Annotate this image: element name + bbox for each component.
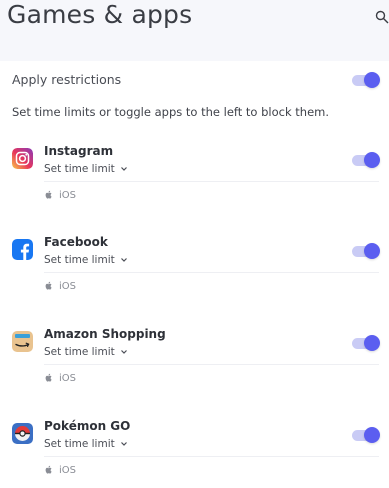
- toggle-thumb: [364, 152, 380, 168]
- toggle-thumb: [364, 243, 380, 259]
- apple-icon: [45, 281, 52, 290]
- app-row-amazon-shopping: Amazon Shopping Set time limit iOS: [0, 326, 389, 406]
- chevron-down-icon: [120, 167, 127, 171]
- chevron-down-icon: [120, 442, 127, 446]
- set-time-limit-label: Set time limit: [44, 438, 115, 450]
- apple-icon: [45, 465, 52, 474]
- app-name: Amazon Shopping: [44, 327, 166, 341]
- platform-label: iOS: [59, 189, 76, 201]
- app-toggle-amazon-shopping[interactable]: [352, 335, 380, 352]
- app-row-pokemon-go: Pokémon GO Set time limit iOS: [0, 418, 389, 488]
- platform-label: iOS: [59, 280, 76, 292]
- facebook-icon: [12, 239, 33, 260]
- divider: [44, 181, 379, 182]
- set-time-limit-label: Set time limit: [44, 254, 115, 266]
- apply-restrictions-label: Apply restrictions: [12, 72, 122, 87]
- restrictions-hint: Set time limits or toggle apps to the le…: [12, 105, 330, 119]
- app-row-facebook: Facebook Set time limit iOS: [0, 234, 389, 314]
- set-time-limit-dropdown[interactable]: Set time limit: [44, 162, 128, 176]
- toggle-thumb: [364, 335, 380, 351]
- platform-info: iOS: [44, 280, 76, 292]
- search-icon[interactable]: [375, 10, 389, 24]
- set-time-limit-dropdown[interactable]: Set time limit: [44, 437, 128, 451]
- apple-icon: [45, 373, 52, 382]
- set-time-limit-dropdown[interactable]: Set time limit: [44, 345, 128, 359]
- apply-restrictions-row: Apply restrictions: [12, 71, 380, 91]
- toggle-thumb: [364, 427, 380, 443]
- toggle-thumb: [364, 72, 380, 88]
- platform-info: iOS: [44, 372, 76, 384]
- restrictions-card: Apply restrictions Set time limits or to…: [0, 61, 389, 488]
- app-name: Facebook: [44, 235, 108, 249]
- page-header: Games & apps: [0, 0, 389, 60]
- divider: [44, 364, 379, 365]
- app-row-instagram: Instagram Set time limit iOS: [0, 143, 389, 223]
- apply-restrictions-toggle[interactable]: [352, 72, 380, 89]
- app-toggle-pokemon-go[interactable]: [352, 427, 380, 444]
- divider: [44, 272, 379, 273]
- app-name: Pokémon GO: [44, 419, 131, 433]
- chevron-down-icon: [120, 258, 127, 262]
- amazon-shopping-icon: [12, 331, 33, 352]
- instagram-icon: [12, 148, 33, 169]
- divider: [44, 456, 379, 457]
- set-time-limit-dropdown[interactable]: Set time limit: [44, 253, 128, 267]
- app-toggle-facebook[interactable]: [352, 243, 380, 260]
- pokemon-go-icon: [12, 423, 33, 444]
- chevron-down-icon: [120, 350, 127, 354]
- app-name: Instagram: [44, 144, 114, 158]
- set-time-limit-label: Set time limit: [44, 163, 115, 175]
- app-toggle-instagram[interactable]: [352, 152, 380, 169]
- set-time-limit-label: Set time limit: [44, 346, 115, 358]
- platform-label: iOS: [59, 464, 76, 476]
- apple-icon: [45, 190, 52, 199]
- platform-info: iOS: [44, 464, 76, 476]
- platform-label: iOS: [59, 372, 76, 384]
- page-title: Games & apps: [7, 0, 193, 29]
- platform-info: iOS: [44, 189, 76, 201]
